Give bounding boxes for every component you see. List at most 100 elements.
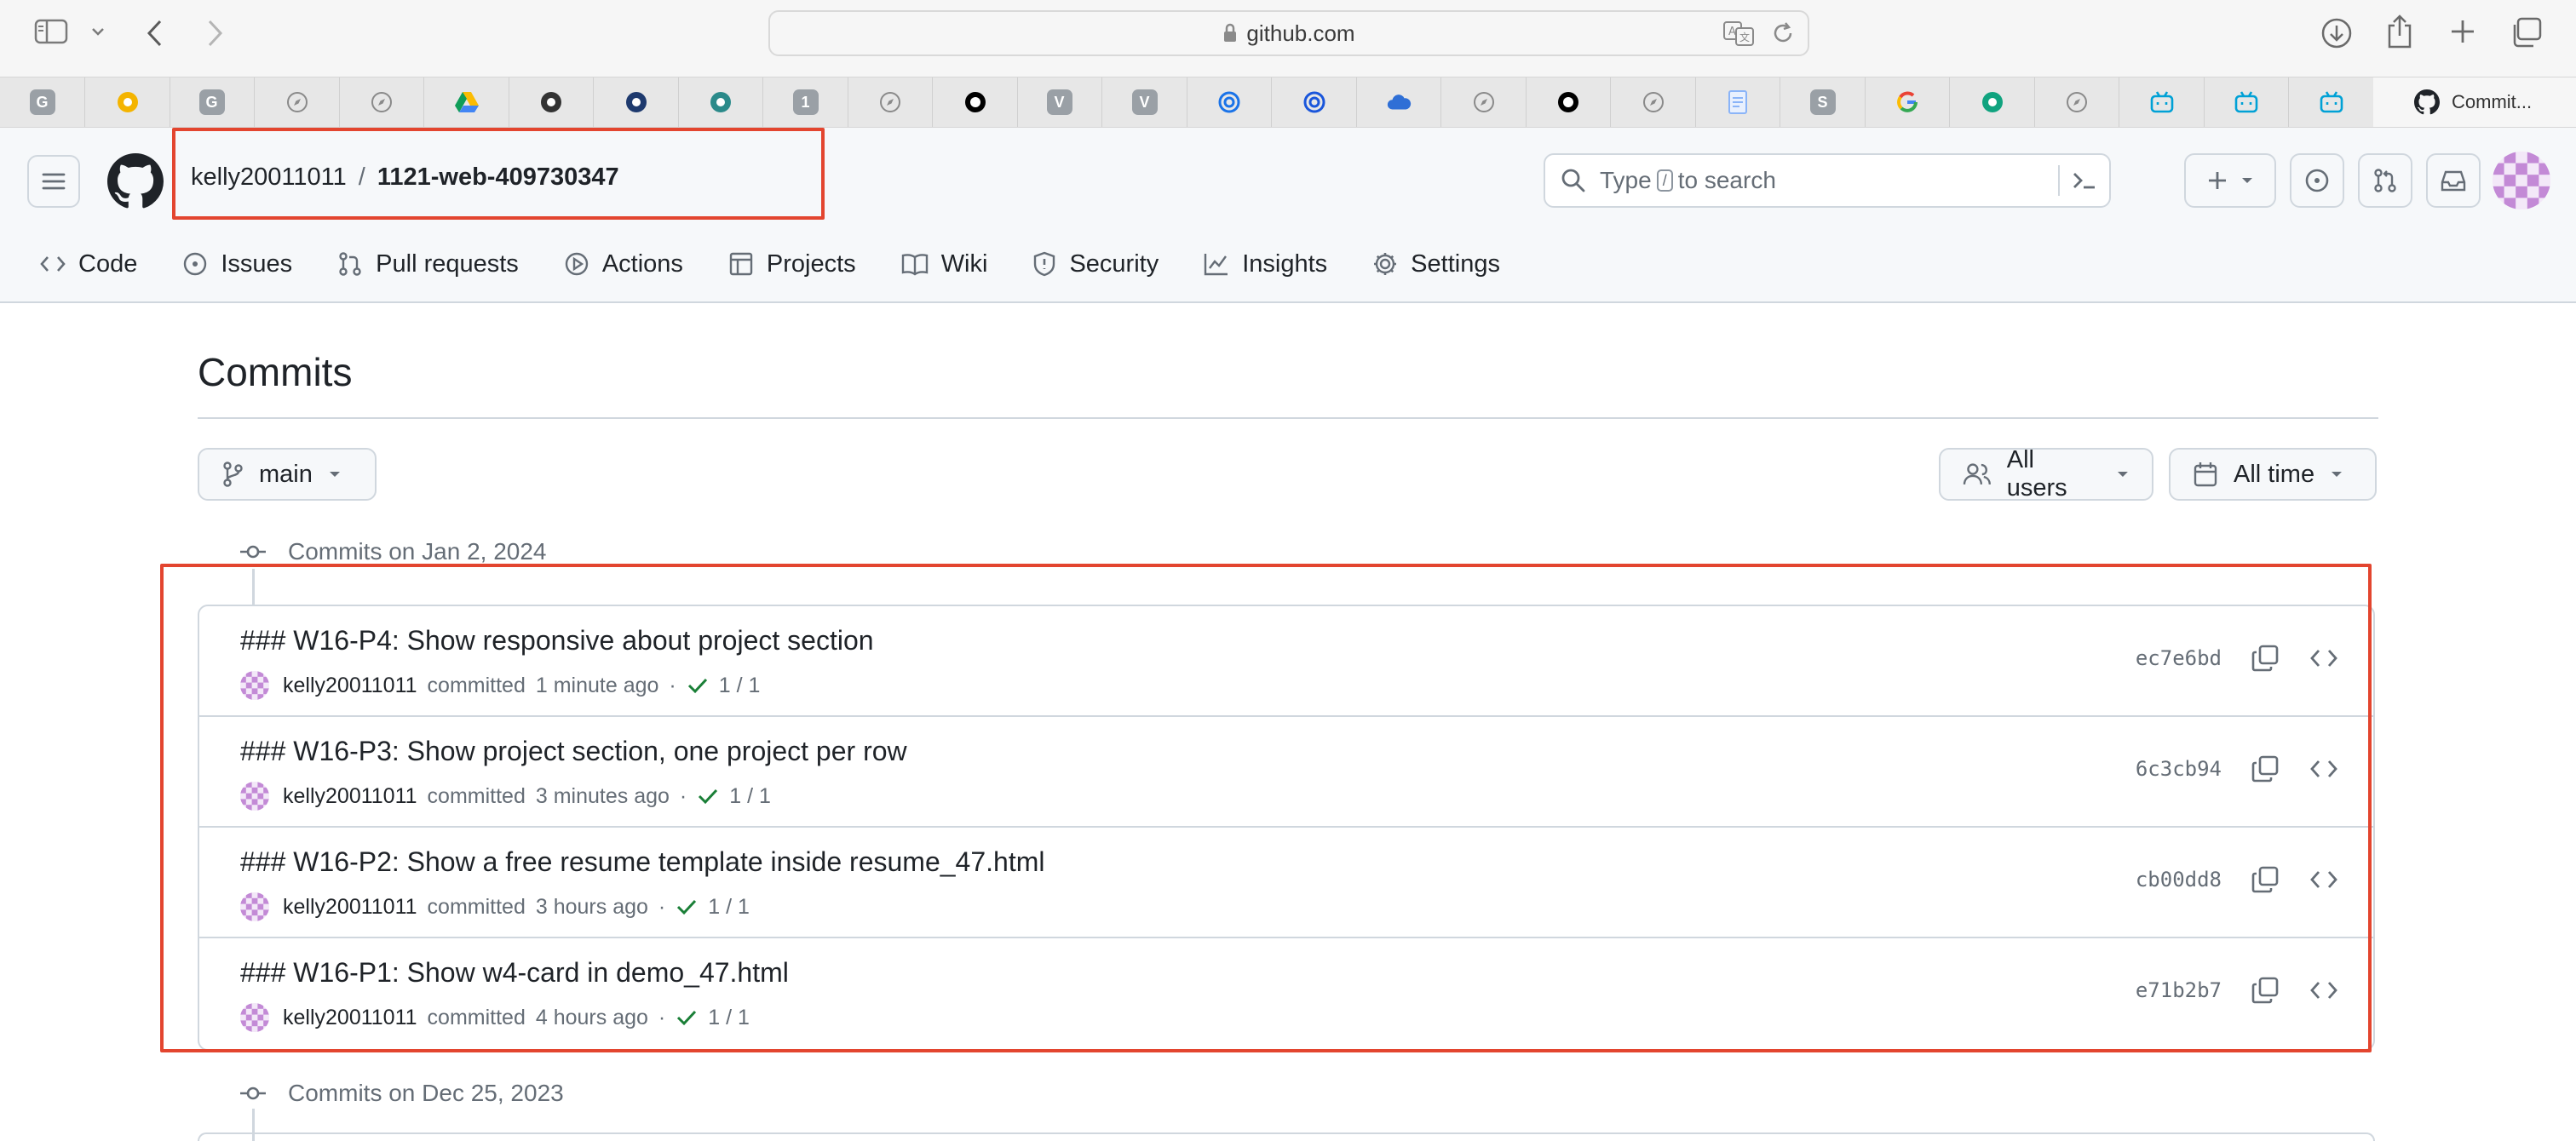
favorite-tab[interactable]: [1356, 77, 1441, 127]
checks-count[interactable]: 1 / 1: [708, 895, 750, 920]
favorite-tab[interactable]: [255, 77, 340, 127]
create-new-button[interactable]: [2184, 153, 2276, 208]
favorite-tab[interactable]: [594, 77, 679, 127]
back-icon[interactable]: [145, 19, 165, 48]
commit-title-link[interactable]: ### W16-P1: Show w4-card in demo_47.html: [240, 957, 789, 989]
favorite-tab[interactable]: [1272, 77, 1357, 127]
favorite-tab[interactable]: V: [1102, 77, 1187, 127]
bird-icon: [708, 89, 733, 115]
favorite-tab[interactable]: [678, 77, 763, 127]
plus-icon: [2209, 172, 2226, 189]
copy-icon[interactable]: [2251, 865, 2280, 894]
favorite-tab[interactable]: [2204, 77, 2289, 127]
favorite-tab[interactable]: [339, 77, 424, 127]
checks-count[interactable]: 1 / 1: [719, 674, 761, 698]
menu-button[interactable]: [27, 155, 80, 208]
repo-name-link[interactable]: 1121-web-409730347: [377, 163, 619, 192]
browse-code-icon[interactable]: [2309, 869, 2339, 891]
translate-icon[interactable]: A文: [1722, 20, 1755, 47]
search-input[interactable]: Type / to search: [1544, 153, 2111, 208]
copy-icon[interactable]: [2251, 754, 2280, 783]
check-icon[interactable]: [676, 1008, 698, 1027]
forward-icon[interactable]: [204, 19, 225, 48]
issues-button[interactable]: [2290, 153, 2344, 208]
author-avatar[interactable]: [240, 782, 269, 811]
browse-code-icon[interactable]: [2309, 758, 2339, 780]
check-icon[interactable]: [697, 787, 719, 806]
commit-author-link[interactable]: kelly20011011: [283, 674, 417, 698]
favorite-tab[interactable]: [1695, 77, 1780, 127]
commit-title-link[interactable]: ### W16-P4: Show responsive about projec…: [240, 625, 874, 657]
check-icon[interactable]: [687, 676, 709, 695]
check-icon[interactable]: [676, 897, 698, 916]
time-filter-button[interactable]: All time: [2169, 448, 2377, 501]
github-logo-icon[interactable]: [107, 153, 164, 209]
tab-issues[interactable]: Issues: [181, 250, 292, 278]
tab-actions[interactable]: Actions: [563, 250, 683, 278]
favorite-tab[interactable]: 1: [763, 77, 848, 127]
favorite-tab[interactable]: [424, 77, 509, 127]
tab-wiki[interactable]: Wiki: [900, 250, 987, 278]
commit-author-link[interactable]: kelly20011011: [283, 895, 417, 920]
google-drive-icon: [454, 89, 480, 115]
checks-count[interactable]: 1 / 1: [708, 1006, 750, 1030]
commit-sha-link[interactable]: 6c3cb94: [2136, 757, 2222, 781]
favorite-tab[interactable]: [1526, 77, 1611, 127]
copy-icon[interactable]: [2251, 976, 2280, 1005]
copy-icon[interactable]: [2251, 644, 2280, 673]
commit-title-link[interactable]: ### W16-P2: Show a free resume template …: [240, 846, 1044, 878]
browse-code-icon[interactable]: [2309, 979, 2339, 1001]
favorite-tab[interactable]: [2289, 77, 2374, 127]
browser-toolbar: github.com A文: [0, 0, 2576, 77]
favorite-tab[interactable]: [1187, 77, 1272, 127]
tab-projects[interactable]: Projects: [727, 250, 856, 278]
favorite-tab[interactable]: [509, 77, 594, 127]
downloads-icon[interactable]: [2320, 17, 2353, 49]
favorite-tab[interactable]: S: [1780, 77, 1866, 127]
favorite-tab[interactable]: [85, 77, 170, 127]
share-icon[interactable]: [2385, 14, 2414, 49]
users-filter-button[interactable]: All users: [1939, 446, 2153, 502]
command-palette-icon[interactable]: [2058, 165, 2097, 196]
commit-sha-link[interactable]: ec7e6bd: [2136, 646, 2222, 670]
author-avatar[interactable]: [240, 1003, 269, 1032]
new-tab-icon[interactable]: [2448, 17, 2477, 46]
active-tab[interactable]: Commit...: [2373, 77, 2576, 127]
address-bar[interactable]: github.com A文: [768, 10, 1809, 56]
commit-author-link[interactable]: kelly20011011: [283, 784, 417, 809]
pull-requests-button[interactable]: [2358, 153, 2412, 208]
favorite-tab[interactable]: V: [1017, 77, 1102, 127]
favorite-tab[interactable]: G: [0, 77, 85, 127]
checks-count[interactable]: 1 / 1: [729, 784, 771, 809]
shield-icon: [1034, 251, 1055, 277]
author-avatar[interactable]: [240, 892, 269, 921]
tab-overview-icon[interactable]: [2510, 17, 2542, 48]
chevron-down-icon[interactable]: [90, 26, 106, 37]
browse-code-icon[interactable]: [2309, 647, 2339, 669]
commit-title-link[interactable]: ### W16-P3: Show project section, one pr…: [240, 736, 907, 767]
tab-pull-requests[interactable]: Pull requests: [336, 250, 519, 278]
inbox-button[interactable]: [2426, 153, 2481, 208]
favorite-tab[interactable]: [1865, 77, 1950, 127]
tab-security[interactable]: Security: [1032, 250, 1159, 278]
tab-settings[interactable]: Settings: [1371, 250, 1500, 278]
favorite-tab[interactable]: [2119, 77, 2205, 127]
commit-author-link[interactable]: kelly20011011: [283, 1006, 417, 1030]
commit-sha-link[interactable]: cb00dd8: [2136, 868, 2222, 892]
reload-icon[interactable]: [1770, 20, 1796, 47]
sidebar-toggle-icon[interactable]: [34, 19, 68, 44]
favorite-tab[interactable]: [848, 77, 933, 127]
branch-select-button[interactable]: main: [198, 448, 377, 501]
commit-sha-link[interactable]: e71b2b7: [2136, 978, 2222, 1002]
user-avatar[interactable]: [2493, 152, 2550, 209]
repo-owner-link[interactable]: kelly20011011: [191, 163, 347, 192]
favorite-tab[interactable]: G: [170, 77, 255, 127]
favorite-tab[interactable]: [1441, 77, 1527, 127]
tab-insights[interactable]: Insights: [1203, 250, 1327, 278]
author-avatar[interactable]: [240, 671, 269, 700]
favorite-tab[interactable]: [1611, 77, 1696, 127]
favorite-tab[interactable]: [1950, 77, 2035, 127]
favorite-tab[interactable]: [933, 77, 1018, 127]
tab-code[interactable]: Code: [39, 250, 137, 278]
favorite-tab[interactable]: [2034, 77, 2119, 127]
